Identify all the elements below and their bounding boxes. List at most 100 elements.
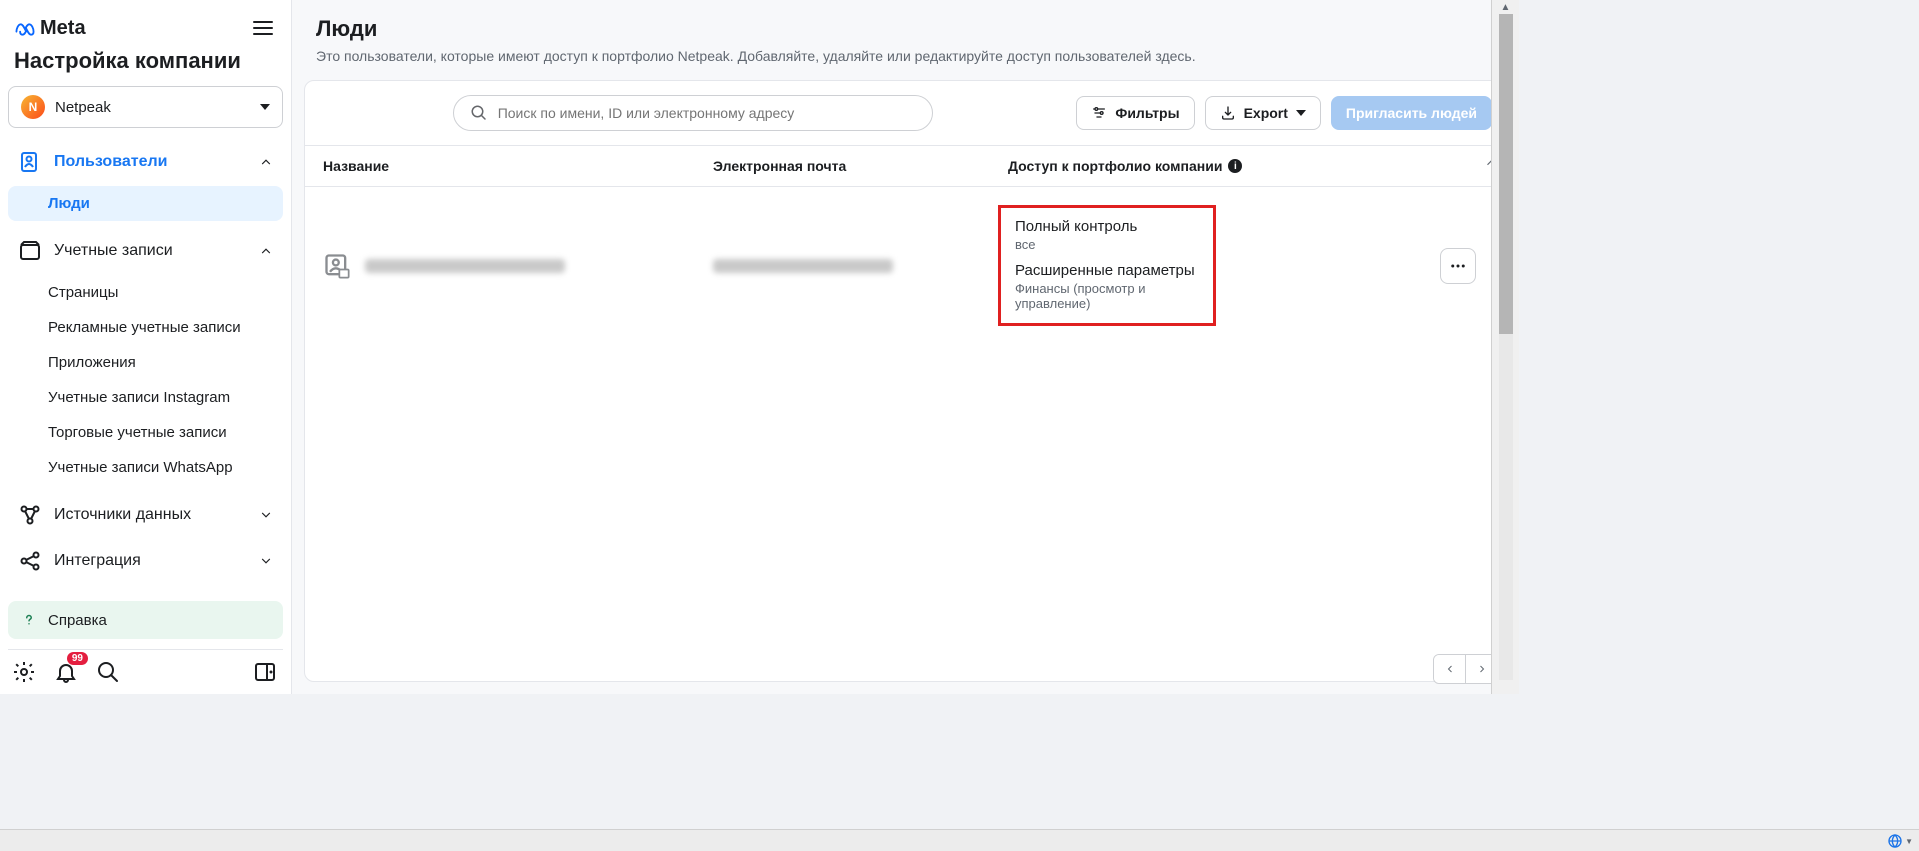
notifications-icon[interactable]: 99: [54, 660, 78, 684]
data-sources-icon: [18, 503, 42, 527]
brand-name: Meta: [40, 17, 86, 40]
col-header-email[interactable]: Электронная почта: [713, 158, 1008, 174]
nav-header-integration[interactable]: Интеграция: [8, 539, 283, 583]
chevron-down-icon: [259, 508, 273, 522]
nav-item-pages[interactable]: Страницы: [8, 275, 283, 310]
search-input[interactable]: [498, 105, 916, 121]
notification-badge: 99: [67, 652, 88, 665]
invite-label: Пригласить людей: [1346, 105, 1477, 121]
row-email-cell: [713, 259, 1008, 273]
search-box[interactable]: [453, 95, 933, 131]
row-access-cell: Полный контроль все Расширенные параметр…: [1008, 205, 1488, 326]
nav-header-accounts[interactable]: Учетные записи: [8, 229, 283, 273]
meta-logo: Meta: [14, 17, 86, 40]
nav-item-ad-accounts[interactable]: Рекламные учетные записи: [8, 310, 283, 345]
nav: Пользователи Люди Учетные записи: [8, 140, 283, 595]
nav-group-integration: Интеграция: [8, 539, 283, 583]
nav-item-instagram[interactable]: Учетные записи Instagram: [8, 380, 283, 415]
scroll-arrow-up-icon[interactable]: ▲: [1501, 2, 1511, 13]
ellipsis-icon: [1449, 257, 1467, 275]
table-header: Название Электронная почта Доступ к порт…: [305, 146, 1506, 187]
account-name: Netpeak: [55, 99, 111, 116]
search-icon: [470, 104, 488, 122]
main: Люди Это пользователи, которые имеют дос…: [292, 0, 1519, 694]
export-icon: [1220, 105, 1236, 121]
outer-scrollbar[interactable]: ▲: [1491, 0, 1519, 694]
pager-prev[interactable]: [1434, 655, 1466, 683]
nav-label-accounts: Учетные записи: [54, 242, 173, 260]
caret-down-icon: [260, 104, 270, 110]
main-desc: Это пользователи, которые имеют доступ к…: [316, 48, 1495, 64]
row-name-blurred: [365, 259, 565, 273]
access-full-control: Полный контроль: [1015, 218, 1199, 235]
col-header-name[interactable]: Название: [323, 158, 713, 174]
col-access-label: Доступ к портфолио компании: [1008, 158, 1222, 174]
brand-row: Meta: [8, 8, 283, 44]
filters-button[interactable]: Фильтры: [1076, 96, 1194, 130]
hamburger-icon[interactable]: [251, 16, 275, 40]
access-advanced-sub: Финансы (просмотр и управление): [1015, 281, 1199, 311]
chevron-down-icon: [259, 554, 273, 568]
help-bar[interactable]: Справка: [8, 601, 283, 639]
nav-label-users: Пользователи: [54, 153, 167, 171]
users-icon: [18, 150, 42, 174]
help-label: Справка: [48, 612, 107, 629]
nav-header-users[interactable]: Пользователи: [8, 140, 283, 184]
caret-down-icon: [1296, 110, 1306, 116]
main-title: Люди: [316, 16, 1495, 42]
scrollbar-track[interactable]: [1499, 14, 1513, 680]
nav-header-data-sources[interactable]: Источники данных: [8, 493, 283, 537]
access-highlight-box: Полный контроль все Расширенные параметр…: [998, 205, 1216, 326]
nav-group-billing: Счета и платежи: [8, 585, 283, 595]
nav-label-data-sources: Источники данных: [54, 506, 191, 524]
bottom-bar: 99: [8, 649, 283, 694]
row-name-cell: [323, 252, 713, 280]
search-icon[interactable]: [96, 660, 120, 684]
page-subtitle: Настройка компании: [8, 44, 283, 86]
nav-header-billing[interactable]: Счета и платежи: [8, 585, 283, 595]
nav-label-integration: Интеграция: [54, 552, 141, 570]
meta-infinity-icon: [14, 17, 36, 39]
settings-icon[interactable]: [12, 660, 36, 684]
account-left: N Netpeak: [21, 95, 111, 119]
account-avatar: N: [21, 95, 45, 119]
invite-button[interactable]: Пригласить людей: [1331, 96, 1492, 130]
caret-down-icon: ▼: [1905, 837, 1913, 846]
row-email-blurred: [713, 259, 893, 273]
user-id-icon: [323, 252, 351, 280]
help-icon: [20, 611, 38, 629]
account-picker[interactable]: N Netpeak: [8, 86, 283, 128]
panel-toggle-icon[interactable]: [253, 660, 277, 684]
pager: [1433, 654, 1499, 684]
integration-icon: [18, 549, 42, 573]
accounts-icon: [18, 239, 42, 263]
export-button[interactable]: Export: [1205, 96, 1321, 130]
search-wrapper: [319, 95, 1066, 131]
info-icon[interactable]: i: [1228, 159, 1242, 173]
filters-icon: [1091, 105, 1107, 121]
col-header-access[interactable]: Доступ к портфолио компании i: [1008, 158, 1488, 174]
globe-icon: [1887, 833, 1903, 849]
table-row[interactable]: Полный контроль все Расширенные параметр…: [305, 187, 1506, 344]
main-header: Люди Это пользователи, которые имеют дос…: [292, 0, 1519, 76]
nav-item-people[interactable]: Люди: [8, 186, 283, 221]
nav-item-commerce[interactable]: Торговые учетные записи: [8, 415, 283, 450]
sidebar: Meta Настройка компании N Netpeak По: [0, 0, 292, 694]
content-card: Фильтры Export Пригласить людей Название…: [304, 80, 1507, 682]
browser-bottom-bar: ▼: [0, 829, 1919, 851]
access-full-control-sub: все: [1015, 237, 1199, 252]
toolbar: Фильтры Export Пригласить людей: [305, 81, 1506, 146]
filters-label: Фильтры: [1115, 105, 1179, 121]
more-actions-button[interactable]: [1440, 248, 1476, 284]
export-label: Export: [1244, 105, 1288, 121]
nav-group-users: Пользователи Люди: [8, 140, 283, 227]
access-advanced: Расширенные параметры: [1015, 262, 1199, 279]
nav-group-accounts: Учетные записи Страницы Рекламные учетны…: [8, 229, 283, 491]
nav-item-apps[interactable]: Приложения: [8, 345, 283, 380]
chevron-up-icon: [259, 244, 273, 258]
scrollbar-thumb[interactable]: [1499, 14, 1513, 334]
globe-corner[interactable]: ▼: [1887, 833, 1913, 849]
chevron-up-icon: [259, 155, 273, 169]
nav-group-data-sources: Источники данных: [8, 493, 283, 537]
nav-item-whatsapp[interactable]: Учетные записи WhatsApp: [8, 450, 283, 485]
